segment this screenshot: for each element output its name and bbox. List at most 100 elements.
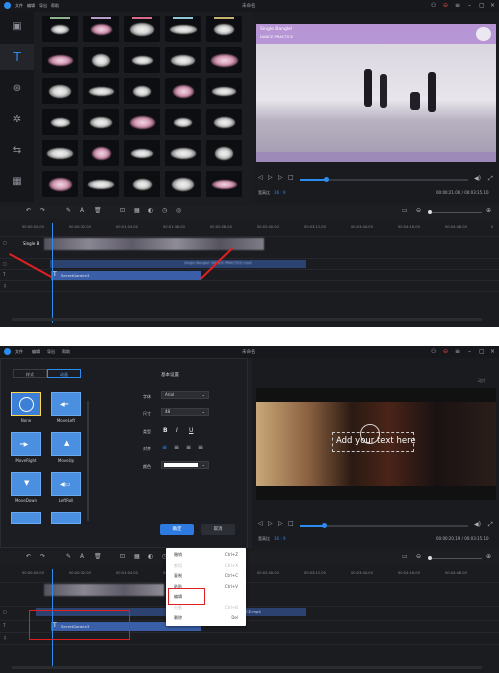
text-style-tile[interactable] [42,78,78,104]
zoom-slider[interactable] [428,212,482,213]
playhead[interactable] [52,223,53,323]
text-style-tile[interactable] [42,171,78,197]
stop-icon[interactable]: □ [288,174,294,181]
zoom-in-icon[interactable]: ⊕ [486,207,491,214]
mosaic-icon[interactable]: ▦ [134,553,140,560]
undo-icon[interactable]: ↶ [26,207,31,214]
export-frame-icon[interactable]: ▭ [402,553,408,560]
crop-icon[interactable]: ⊡ [120,553,125,560]
text-style-tile[interactable] [165,171,201,197]
timeline-ruler[interactable]: 00:00:00.0000:00:32.0000:01:04.0000:01:3… [0,569,499,579]
edit-icon[interactable]: ✎ [66,207,71,214]
text-style-tile[interactable] [83,47,119,73]
text-style-tile[interactable] [206,109,242,135]
text-tool-icon[interactable]: A [80,207,84,214]
redo-icon[interactable]: ↷ [40,553,45,560]
anim-moveup[interactable]: ▲ [51,432,81,456]
lock-audio-icon[interactable]: ▢ [3,261,7,266]
account-icon[interactable]: ⚇ [431,348,436,355]
menu-export[interactable]: 导出 [39,3,47,9]
anim-more-1[interactable] [11,512,41,524]
text-style-tile[interactable] [165,16,201,42]
italic-button[interactable]: I [176,427,178,434]
menu-help[interactable]: 帮助 [62,349,70,355]
zoom-in-icon[interactable]: ⊕ [486,553,491,560]
text-style-tile[interactable] [42,140,78,166]
text-clip[interactable]: SecretGarden3 [51,271,201,280]
minimize-icon[interactable]: – [468,2,471,9]
menu-edit[interactable]: 编辑 [32,349,40,355]
progress-handle[interactable] [324,177,329,182]
align-center-icon[interactable]: ≡ [174,444,179,451]
play-icon[interactable]: ▷ [268,174,273,181]
text-style-tile[interactable] [42,47,78,73]
text-style-tile[interactable] [124,140,160,166]
crop-icon[interactable]: ⊡ [120,207,125,214]
prev-frame-icon[interactable]: ◁ [258,174,263,181]
bold-button[interactable]: B [163,427,168,434]
zoom-slider[interactable] [428,558,482,559]
anim-moveright[interactable]: ━▶ [11,432,41,456]
text-style-tile[interactable] [83,16,119,42]
filter-icon[interactable]: ⊛ [9,80,25,96]
audio-clip[interactable] [50,260,306,268]
speed-icon[interactable]: ◷ [162,207,167,214]
color-picker[interactable]: ⌄ [161,461,209,469]
fullscreen-icon[interactable]: ⤢ [488,175,493,183]
context-menu-item[interactable]: 撤销 Ctrl+Z [174,552,244,558]
menu-help[interactable]: 帮助 [51,3,59,9]
edit-icon[interactable]: ✎ [66,553,71,560]
anim-movedown[interactable]: ▼ [11,472,41,496]
menu-edit[interactable]: 编辑 [27,3,35,9]
text-style-tile[interactable] [165,109,201,135]
stop-icon[interactable]: □ [288,520,294,527]
volume-icon[interactable]: ◀) [474,521,481,528]
lock-audio-icon[interactable]: ▢ [3,609,7,614]
zoom-handle[interactable] [428,556,432,560]
menu-file[interactable]: 文件 [15,349,23,355]
maximize-icon[interactable]: ▢ [479,2,485,9]
text-style-tile[interactable] [83,171,119,197]
redo-icon[interactable]: ↷ [40,207,45,214]
anim-moveleft[interactable]: ◀━ [51,392,81,416]
transition-icon[interactable]: ⇆ [9,142,25,158]
delete-icon[interactable]: 🗑 [94,553,102,560]
anim-scrollbar[interactable] [87,401,89,521]
volume-icon[interactable]: ◀) [474,175,481,182]
delete-icon[interactable]: 🗑 [94,207,102,214]
minimize-icon[interactable]: – [468,348,471,355]
mosaic-icon[interactable]: ▦ [134,207,140,214]
timeline-ruler[interactable]: 00:00:00.0000:00:32.0000:01:04.0000:01:3… [0,223,499,233]
prev-frame-icon[interactable]: ◁ [258,520,263,527]
record-icon[interactable]: ⊖ [443,348,448,355]
horizontal-scrollbar[interactable] [12,666,482,669]
zoom-out-icon[interactable]: ⊖ [416,553,421,560]
ok-button[interactable]: 确定 [160,524,194,535]
align-justify-icon[interactable]: ≡ [198,444,203,451]
text-style-tile[interactable] [206,16,242,42]
zoom-handle[interactable] [428,210,432,214]
record-icon[interactable]: ⊖ [443,2,448,9]
text-style-tile[interactable] [206,171,242,197]
maximize-icon[interactable]: ▢ [479,348,485,355]
menu-icon[interactable]: ≡ [455,2,460,9]
anim-more-2[interactable] [51,512,81,524]
menu-file[interactable]: 文件 [15,3,23,9]
text-style-tile[interactable] [124,78,160,104]
undo-icon[interactable]: ↶ [26,553,31,560]
overlay-icon[interactable]: ✲ [9,111,25,127]
lock-video-icon[interactable]: ▢ [3,240,7,245]
account-icon[interactable]: ⚇ [431,2,436,9]
next-frame-icon[interactable]: ▷ [278,520,283,527]
text-icon[interactable]: T [9,49,25,65]
tab-animation[interactable]: 动画 [47,369,81,378]
menu-export[interactable]: 导出 [47,349,55,355]
text-style-tile[interactable] [124,47,160,73]
aspect-value[interactable]: 16 : 9 [274,536,286,541]
video-clip-thumbnails[interactable] [44,584,164,596]
font-select[interactable]: Arial ⌄ [161,391,209,399]
context-menu-item[interactable]: 剪切 Ctrl+X [174,563,244,569]
zoom-out-icon[interactable]: ⊖ [416,207,421,214]
export-frame-icon[interactable]: ▭ [402,207,408,214]
text-style-tile[interactable] [83,78,119,104]
